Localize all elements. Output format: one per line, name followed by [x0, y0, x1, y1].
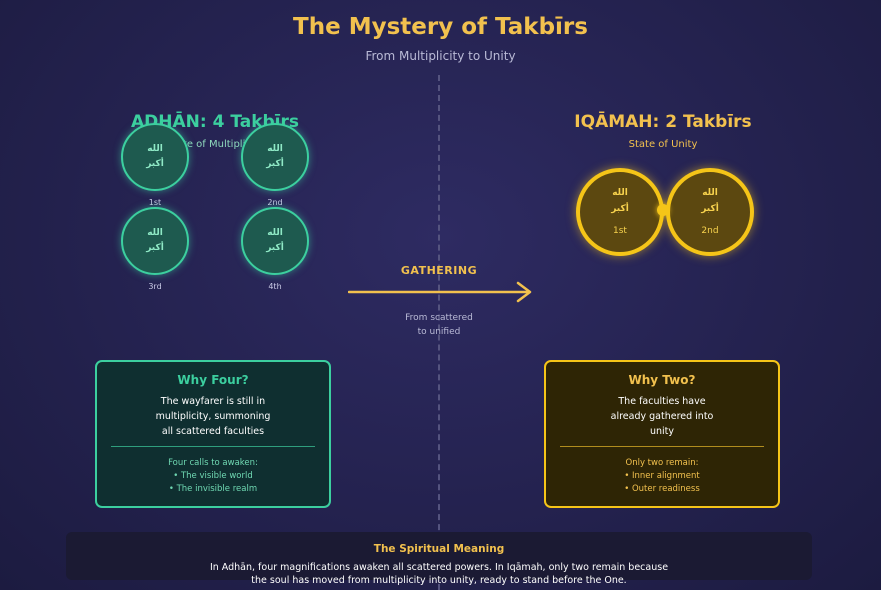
why-four-text-line-1: The wayfarer is still in: [160, 396, 266, 407]
why-four-text-line-2: multiplicity, summoning: [155, 411, 271, 422]
why-two-text-line-3: unity: [649, 426, 675, 437]
why-two-text-line-2: already gathered into: [610, 411, 714, 422]
why-two-card: Why Two? The faculties have already gath…: [544, 360, 780, 508]
iqamah-takbir-circle-1: الله أكبر 1st: [576, 168, 664, 256]
spiritual-meaning-title: The Spiritual Meaning: [373, 543, 505, 555]
takbir-akbar-text: أكبر: [266, 243, 284, 253]
adhan-takbir-circle-4: الله أكبر: [241, 207, 309, 275]
gathering-caption-line-2: to unified: [417, 327, 461, 337]
takbir-akbar-text: أكبر: [266, 159, 284, 169]
why-two-subtitle: Only two remain:: [625, 458, 699, 468]
adhan-takbir-circle-3: الله أكبر: [121, 207, 189, 275]
takbir-akbar-text: أكبر: [146, 159, 164, 169]
why-four-text-line-3: all scattered faculties: [161, 426, 265, 437]
iqamah-takbir-label-2: 2nd: [701, 226, 719, 236]
iqamah-takbir-label-1: 1st: [613, 226, 627, 236]
page-subtitle: From Multiplicity to Unity: [365, 49, 516, 63]
takbir-allah-text: الله: [612, 188, 628, 198]
why-two-title: Why Two?: [628, 373, 696, 387]
takbir-akbar-text: أكبر: [701, 204, 719, 214]
why-four-divider: [111, 446, 315, 447]
adhan-takbir-label-4: 4th: [268, 282, 282, 291]
spiritual-meaning-line-1: In Adhān, four magnifications awaken all…: [209, 562, 669, 573]
why-four-card: Why Four? The wayfarer is still in multi…: [95, 360, 331, 508]
adhan-takbir-label-1: 1st: [148, 198, 162, 207]
gathering-label: GATHERING: [400, 264, 478, 277]
page-title: The Mystery of Takbīrs: [293, 14, 588, 40]
spiritual-meaning-line-2: the soul has moved from multiplicity int…: [251, 575, 627, 586]
adhan-title: ADHĀN: 4 Takbīrs: [130, 112, 300, 132]
why-two-item-2: • Outer readiness: [624, 484, 700, 494]
takbir-allah-text: الله: [267, 228, 283, 238]
takbir-allah-text: الله: [267, 144, 283, 154]
gathering-caption-line-1: From scattered: [405, 313, 473, 323]
why-two-item-1: • Inner alignment: [624, 471, 700, 481]
why-two-text-line-1: The faculties have: [618, 396, 706, 407]
adhan-takbir-label-2: 2nd: [267, 198, 283, 207]
why-four-title: Why Four?: [177, 373, 249, 387]
adhan-takbir-circle-2: الله أكبر: [241, 123, 309, 191]
takbir-akbar-text: أكبر: [611, 204, 629, 214]
iqamah-state: State of Unity: [628, 139, 698, 150]
iqamah-title: IQĀMAH: 2 Takbīrs: [574, 112, 752, 132]
why-four-item-1: • The visible world: [173, 471, 253, 481]
takbir-allah-text: الله: [702, 188, 718, 198]
adhan-takbir-circle-1: الله أكبر: [121, 123, 189, 191]
unity-connector-dot: [657, 204, 669, 216]
why-four-subtitle: Four calls to awaken:: [168, 458, 258, 468]
takbir-allah-text: الله: [147, 144, 163, 154]
adhan-takbir-label-3: 3rd: [148, 282, 162, 291]
why-two-divider: [560, 446, 764, 447]
takbir-allah-text: الله: [147, 228, 163, 238]
iqamah-takbir-circle-2: الله أكبر 2nd: [666, 168, 754, 256]
takbir-akbar-text: أكبر: [146, 243, 164, 253]
why-four-item-2: • The invisible realm: [168, 484, 258, 494]
gathering-arrow-icon: [348, 281, 532, 303]
